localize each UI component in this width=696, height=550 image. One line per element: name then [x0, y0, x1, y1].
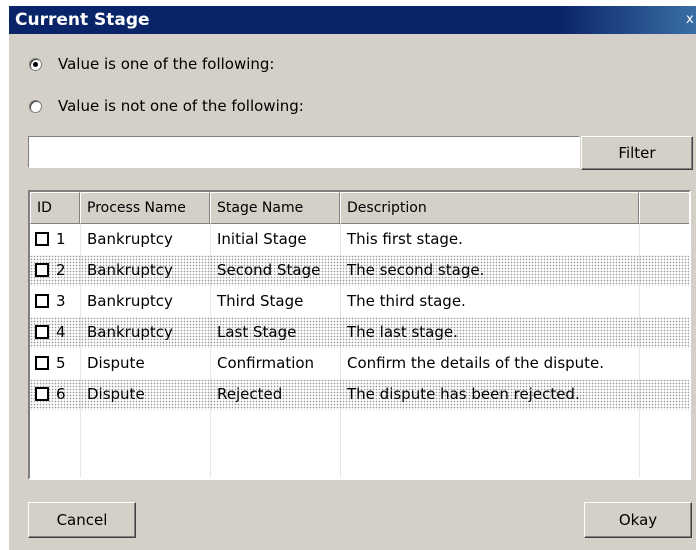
exclude-option[interactable]: Value is not one of the following: [29, 96, 304, 116]
row-stage-name: Rejected [217, 385, 283, 403]
row-id: 4 [56, 323, 66, 341]
filter-button[interactable]: Filter [581, 136, 693, 170]
row-id: 6 [56, 385, 66, 403]
table-row[interactable]: 3 Bankruptcy Third Stage The third stage… [30, 286, 689, 317]
row-process-name: Bankruptcy [87, 292, 173, 310]
row-id: 3 [56, 292, 66, 310]
table-row[interactable]: 5 Dispute Confirmation Confirm the detai… [30, 348, 689, 379]
exclude-label: Value is not one of the following: [58, 97, 304, 115]
row-description: The second stage. [347, 261, 485, 279]
row-description: Confirm the details of the dispute. [347, 354, 605, 372]
row-stage-name: Initial Stage [217, 230, 307, 248]
exclude-radio[interactable] [29, 99, 42, 113]
current-stage-dialog: Current Stage x Value is one of the foll… [8, 5, 696, 550]
row-checkbox[interactable] [35, 387, 49, 401]
row-process-name: Dispute [87, 385, 145, 403]
table-row[interactable]: 4 Bankruptcy Last Stage The last stage. [30, 317, 689, 348]
table-row[interactable]: 2 Bankruptcy Second Stage The second sta… [30, 255, 689, 286]
row-id: 5 [56, 354, 66, 372]
stage-list[interactable]: ID Process Name Stage Name Description 1… [28, 190, 691, 480]
title-bar: Current Stage x [9, 6, 696, 34]
dialog-title: Current Stage [15, 10, 150, 30]
row-description: The third stage. [347, 292, 466, 310]
row-description: The dispute has been rejected. [347, 385, 580, 403]
column-header-process-name[interactable]: Process Name [80, 192, 210, 224]
row-id: 1 [56, 230, 66, 248]
include-label: Value is one of the following: [58, 55, 275, 73]
cancel-button[interactable]: Cancel [28, 502, 136, 538]
column-header-stage-name[interactable]: Stage Name [210, 192, 340, 224]
row-checkbox[interactable] [35, 232, 49, 246]
row-checkbox[interactable] [35, 356, 49, 370]
filter-input[interactable] [28, 136, 580, 168]
okay-button[interactable]: Okay [584, 502, 692, 538]
row-stage-name: Confirmation [217, 354, 315, 372]
column-header-id[interactable]: ID [30, 192, 80, 224]
row-description: The last stage. [347, 323, 458, 341]
column-header-description[interactable]: Description [340, 192, 639, 224]
row-process-name: Bankruptcy [87, 323, 173, 341]
row-checkbox[interactable] [35, 263, 49, 277]
row-stage-name: Last Stage [217, 323, 297, 341]
row-id: 2 [56, 261, 66, 279]
include-option[interactable]: Value is one of the following: [29, 54, 275, 74]
table-row[interactable]: 6 Dispute Rejected The dispute has been … [30, 379, 689, 410]
row-checkbox[interactable] [35, 294, 49, 308]
column-header-spacer [639, 192, 689, 224]
list-header: ID Process Name Stage Name Description [30, 192, 689, 224]
row-stage-name: Second Stage [217, 261, 321, 279]
row-stage-name: Third Stage [217, 292, 304, 310]
row-process-name: Dispute [87, 354, 145, 372]
row-process-name: Bankruptcy [87, 230, 173, 248]
row-checkbox[interactable] [35, 325, 49, 339]
table-row[interactable]: 1 Bankruptcy Initial Stage This first st… [30, 224, 689, 255]
row-description: This first stage. [347, 230, 463, 248]
include-radio[interactable] [29, 57, 42, 71]
row-process-name: Bankruptcy [87, 261, 173, 279]
close-icon[interactable]: x [686, 12, 696, 28]
